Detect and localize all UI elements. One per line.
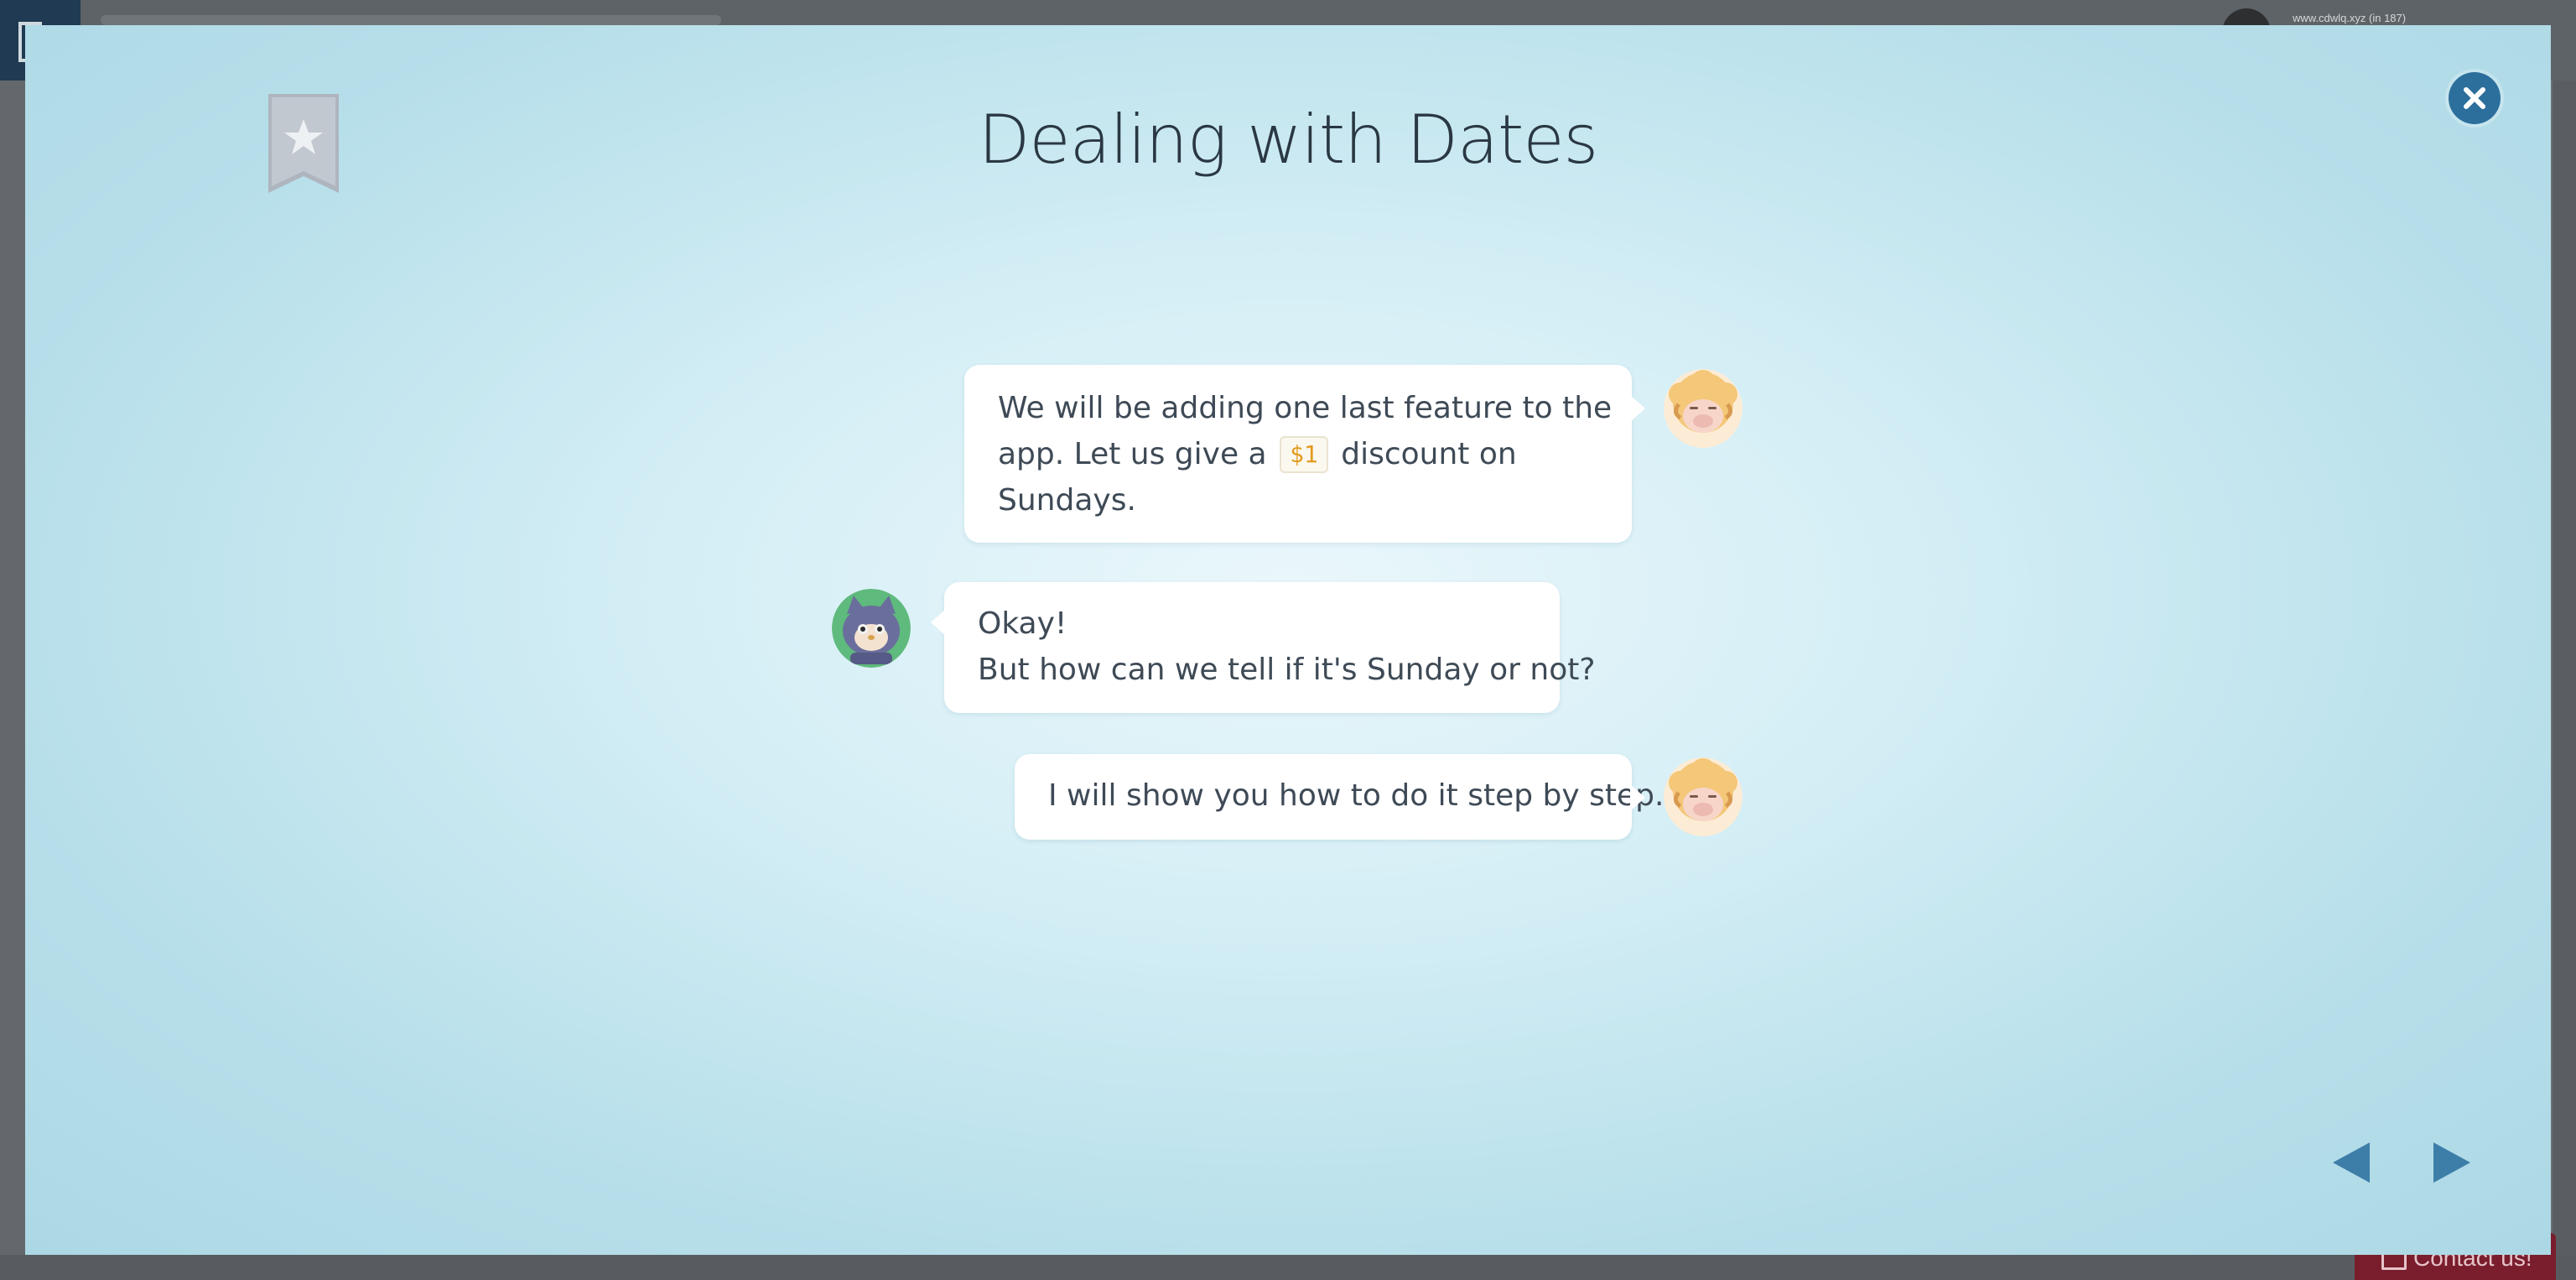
chat-bubble-sheep: I will show you how to do it step by ste…: [1015, 754, 1665, 840]
message-text: discount on: [1341, 437, 1517, 471]
message-text: app. Let us give a: [998, 437, 1267, 471]
next-button[interactable]: [2427, 1137, 2477, 1188]
lesson-modal: Dealing with Dates We will be adding one…: [25, 25, 2551, 1255]
sheep-avatar: [1664, 757, 1742, 836]
inline-code: $1: [1280, 436, 1328, 473]
background-search-bar: [101, 15, 721, 25]
arrow-left-icon: [2333, 1142, 2370, 1183]
message-line: I will show you how to do it step by ste…: [1048, 778, 1665, 813]
lesson-title: Dealing with Dates: [978, 101, 1598, 179]
arrow-right-icon: [2433, 1142, 2470, 1183]
cat-avatar: [832, 589, 911, 668]
sheep-avatar: [1664, 369, 1742, 448]
background-bottom-bar: [0, 1255, 2576, 1280]
message-line: Sundays.: [998, 483, 1136, 518]
message-line-with-code: app. Let us give a $1 discount on: [998, 431, 1598, 477]
message-line: Okay!: [978, 606, 1067, 641]
chat-bubble-sheep: We will be adding one last feature to th…: [964, 365, 1645, 543]
previous-button[interactable]: [2326, 1137, 2376, 1188]
background-scrollbar: [2553, 81, 2576, 1255]
message-line: But how can we tell if it's Sunday or no…: [978, 653, 1596, 687]
user-name: www.cdwlq.xyz (in 187): [2293, 12, 2407, 24]
chat-bubble-cat: Okay! But how can we tell if it's Sunday…: [931, 582, 1596, 713]
message-line: We will be adding one last feature to th…: [998, 391, 1613, 425]
